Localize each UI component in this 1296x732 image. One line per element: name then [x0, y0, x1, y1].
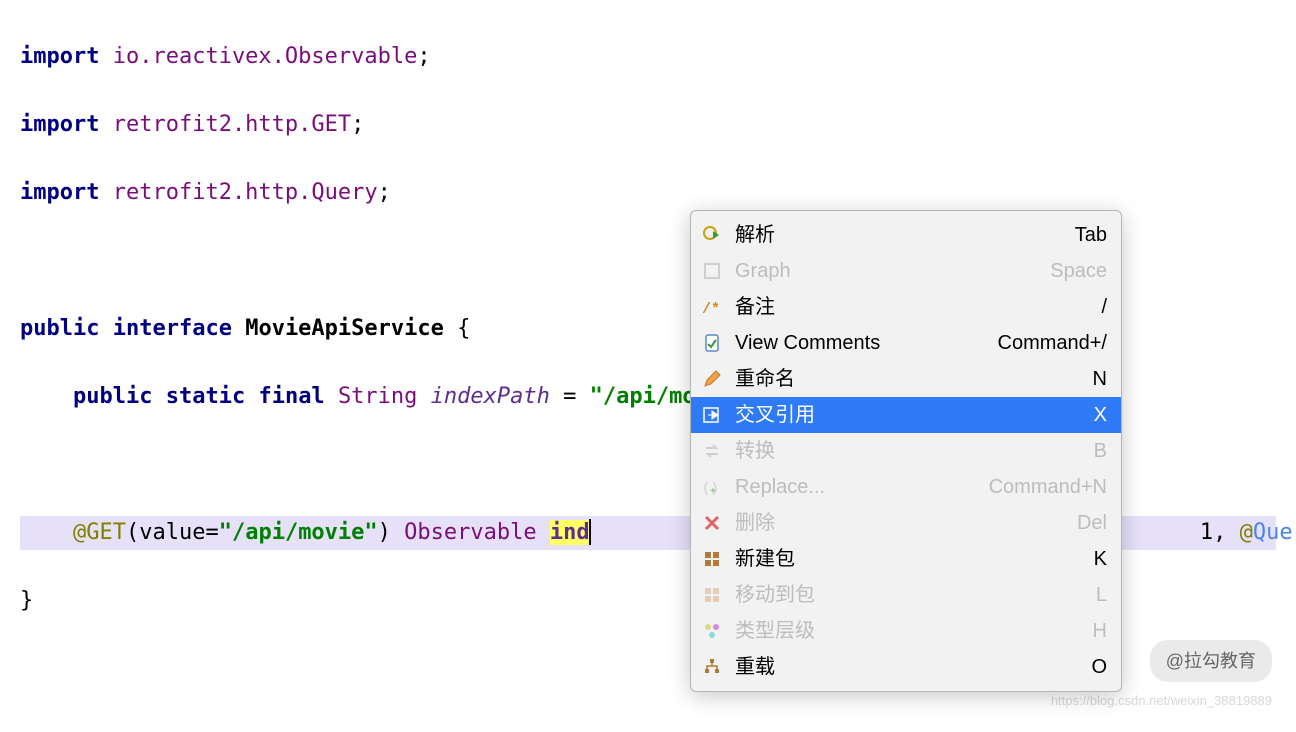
menu-item-view-comments[interactable]: View Comments Command+/ [691, 325, 1121, 361]
menu-item-type-hierarchy: 类型层级 H [691, 613, 1121, 649]
menu-item-shortcut: Tab [1075, 217, 1107, 253]
keyword-public: public [20, 316, 99, 341]
method-token-selected: ind [550, 520, 590, 545]
menu-item-shortcut: B [1094, 433, 1107, 469]
menu-item-shortcut: N [1093, 361, 1107, 397]
menu-item-label: 交叉引用 [735, 397, 1082, 433]
type-observable: Observable [404, 520, 536, 545]
annotation-at: @ [1240, 520, 1253, 545]
import-path: retrofit2.http.Query [113, 180, 378, 205]
brace-open: { [457, 316, 470, 341]
menu-item-move-to-package: 移动到包 L [691, 577, 1121, 613]
watermark-badge: @拉勾教育 [1150, 640, 1272, 682]
menu-item-graph: Graph Space [691, 253, 1121, 289]
menu-item-label: 删除 [735, 505, 1065, 541]
clipboard-check-icon [701, 332, 723, 354]
field-indexpath: indexPath [431, 384, 550, 409]
equals: = [205, 520, 218, 545]
menu-item-new-package[interactable]: 新建包 K [691, 541, 1121, 577]
keyword-interface: interface [113, 316, 232, 341]
gear-play-icon [701, 224, 723, 246]
menu-item-label: 备注 [735, 289, 1089, 325]
pencil-icon [701, 368, 723, 390]
menu-item-delete: 删除 Del [691, 505, 1121, 541]
comment-slash-icon: /* [701, 296, 723, 318]
menu-item-shortcut: H [1093, 613, 1107, 649]
menu-item-label: Graph [735, 253, 1038, 289]
x-red-icon [701, 512, 723, 534]
menu-item-parse[interactable]: 解析 Tab [691, 217, 1121, 253]
svg-text:+: + [710, 486, 716, 497]
circles-icon [701, 620, 723, 642]
code-line: import io.reactivex.Observable; [20, 40, 1276, 74]
menu-item-shortcut: Command+/ [998, 325, 1108, 361]
annotation-at: @ [73, 520, 86, 545]
import-path: io.reactivex.Observable [113, 44, 418, 69]
keyword-import: import [20, 44, 99, 69]
menu-item-label: 重载 [735, 649, 1079, 685]
menu-item-shortcut: Space [1050, 253, 1107, 289]
code-line: import retrofit2.http.GET; [20, 108, 1276, 142]
text-caret [589, 519, 591, 545]
string-literal: "/api/movie" [219, 520, 378, 545]
keyword-public: public [73, 384, 152, 409]
menu-item-rename[interactable]: 重命名 N [691, 361, 1121, 397]
attr-name: value [139, 520, 205, 545]
keyword-import: import [20, 112, 99, 137]
paren-open: ( [126, 520, 139, 545]
import-path: retrofit2.http.GET [113, 112, 351, 137]
menu-item-label: 移动到包 [735, 577, 1084, 613]
menu-item-shortcut: Del [1077, 505, 1107, 541]
assign: = [550, 384, 590, 409]
menu-item-convert: 转换 B [691, 433, 1121, 469]
params-tail: 1, [1200, 520, 1240, 545]
menu-item-shortcut: X [1094, 397, 1107, 433]
menu-item-shortcut: L [1096, 577, 1107, 613]
annotation-get: GET [86, 520, 126, 545]
box-outline-icon [701, 260, 723, 282]
type-string: String [338, 384, 417, 409]
grid-icon [701, 548, 723, 570]
svg-text:/*: /* [702, 301, 720, 317]
menu-item-shortcut: / [1101, 289, 1107, 325]
space [537, 520, 550, 545]
menu-item-shortcut: O [1091, 649, 1107, 685]
tree-icon [701, 656, 723, 678]
keyword-final: final [258, 384, 324, 409]
swap-icon [701, 440, 723, 462]
code-line: import retrofit2.http.Query; [20, 176, 1276, 210]
keyword-static: static [166, 384, 245, 409]
paren-close: ) [378, 520, 405, 545]
context-menu: 解析 Tab Graph Space /* 备注 / View Comments Command… [690, 210, 1122, 692]
menu-item-xref[interactable]: 交叉引用 X [691, 397, 1121, 433]
menu-item-shortcut: K [1094, 541, 1107, 577]
keyword-import: import [20, 180, 99, 205]
annotation-query: Query [1253, 520, 1296, 545]
menu-item-label: 重命名 [735, 361, 1081, 397]
menu-item-remark[interactable]: /* 备注 / [691, 289, 1121, 325]
menu-item-replace: ()+ Replace... Command+N [691, 469, 1121, 505]
class-name: MovieApiService [245, 316, 444, 341]
menu-item-label: 转换 [735, 433, 1082, 469]
brace-close: } [20, 588, 33, 613]
menu-item-shortcut: Command+N [989, 469, 1107, 505]
menu-item-label: Replace... [735, 469, 977, 505]
grid-faded-icon [701, 584, 723, 606]
xref-icon [701, 404, 723, 426]
menu-item-label: 解析 [735, 217, 1063, 253]
brackets-icon: ()+ [701, 476, 723, 498]
menu-item-label: 新建包 [735, 541, 1082, 577]
menu-item-override[interactable]: 重载 O [691, 649, 1121, 685]
menu-item-label: 类型层级 [735, 613, 1081, 649]
menu-item-label: View Comments [735, 325, 986, 361]
